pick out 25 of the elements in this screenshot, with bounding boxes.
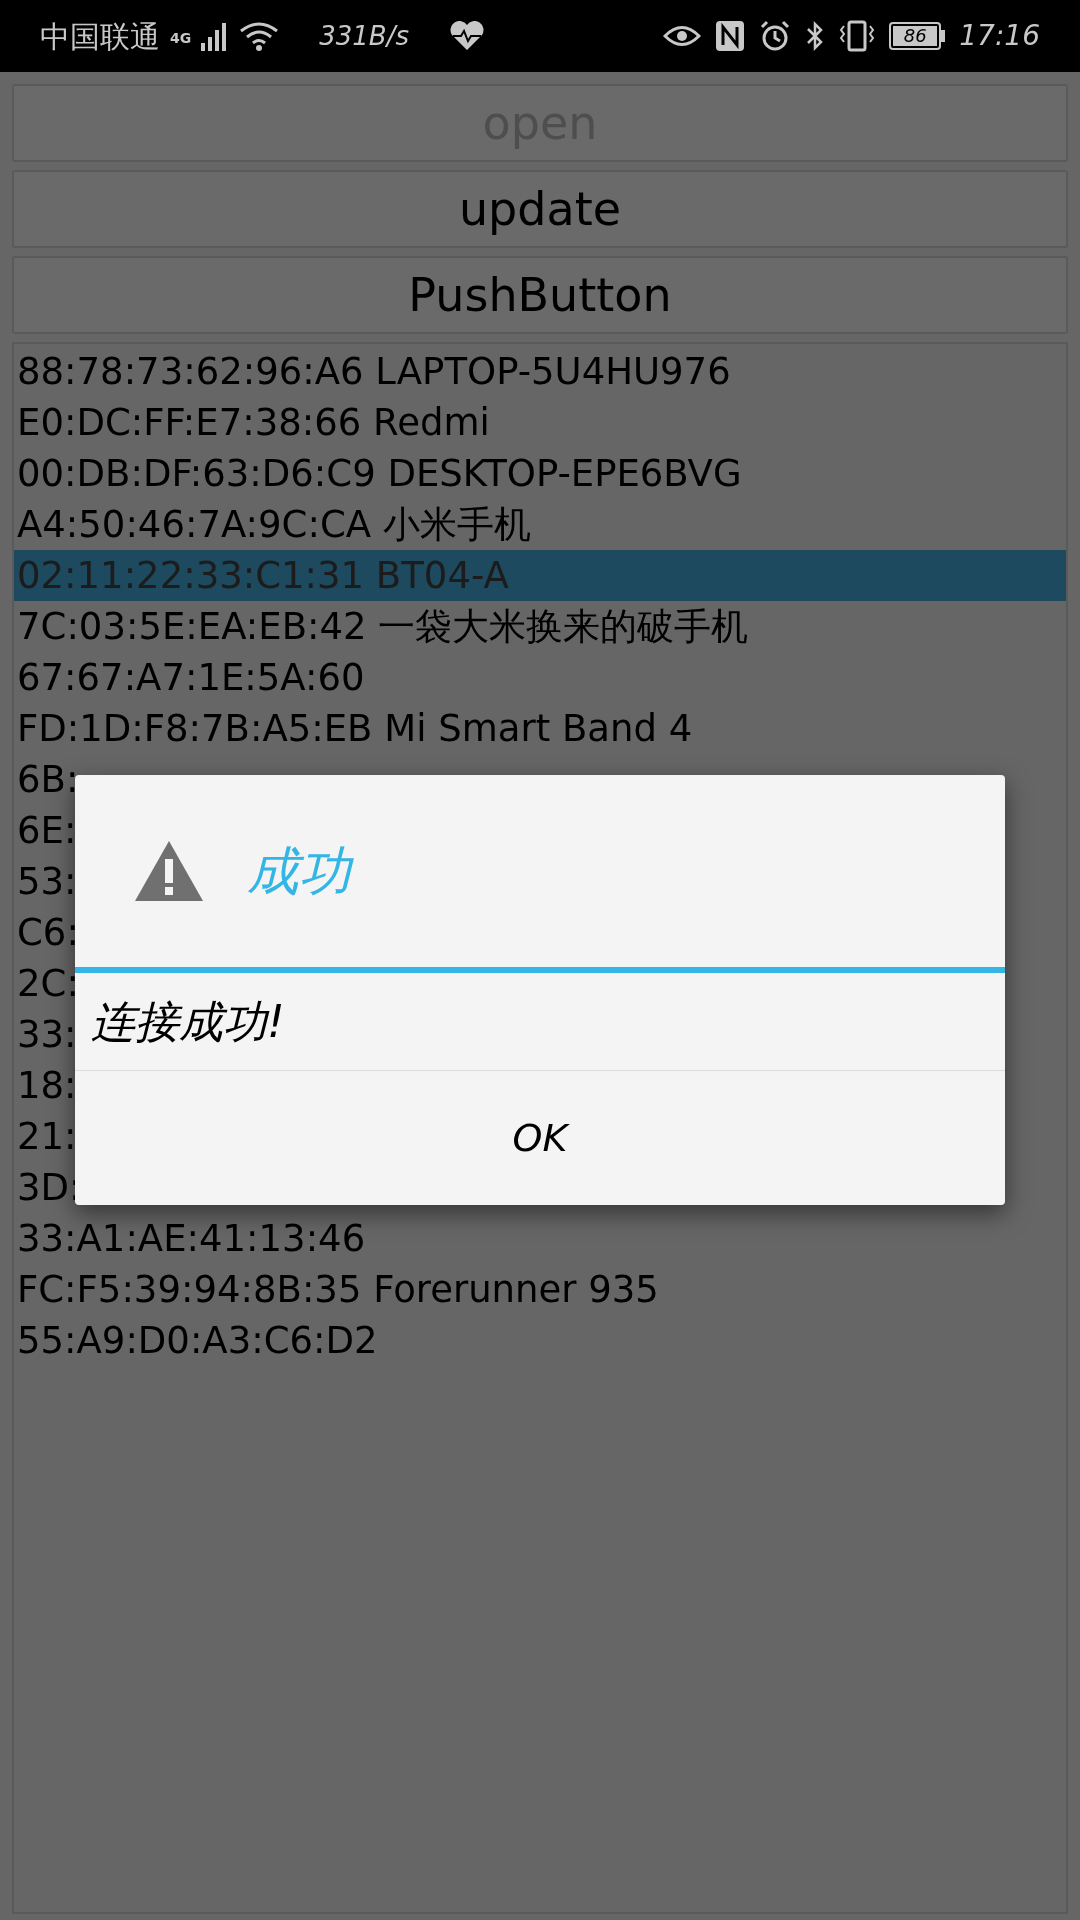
wifi-icon xyxy=(239,21,280,51)
device-item[interactable]: 00:DB:DF:63:D6:C9 DESKTOP-EPE6BVG xyxy=(14,448,1066,499)
device-item[interactable]: 88:78:73:62:96:A6 LAPTOP-5U4HU976 xyxy=(14,346,1066,397)
warning-icon xyxy=(133,839,205,903)
network-speed: 331B/s xyxy=(319,19,409,53)
action-button[interactable]: PushButton xyxy=(12,256,1068,334)
clock-time: 17:16 xyxy=(959,18,1040,54)
eye-icon xyxy=(663,23,702,49)
carrier-name: 中国联通 xyxy=(40,17,160,56)
device-item[interactable]: FD:1D:F8:7B:A5:EB Mi Smart Band 4 xyxy=(14,703,1066,754)
vibrate-icon xyxy=(839,20,876,52)
network-type: 4G xyxy=(170,28,192,48)
device-item[interactable]: FC:F5:39:94:8B:35 Forerunner 935 xyxy=(14,1264,1066,1315)
action-button[interactable]: update xyxy=(12,170,1068,248)
device-item[interactable]: 33:A1:AE:41:13:46 xyxy=(14,1213,1066,1264)
device-item[interactable]: 7C:03:5E:EA:EB:42 一袋大米换来的破手机 xyxy=(14,601,1066,652)
dialog-message: 连接成功! xyxy=(91,994,285,1049)
device-item[interactable]: A4:50:46:7A:9C:CA 小米手机 xyxy=(14,499,1066,550)
ok-button[interactable]: OK xyxy=(75,1071,1005,1205)
alarm-icon xyxy=(759,20,792,52)
nfc-icon xyxy=(715,20,746,52)
heart-rate-icon xyxy=(449,21,485,51)
device-item[interactable]: 55:A9:D0:A3:C6:D2 xyxy=(14,1315,1066,1366)
device-item[interactable]: 67:67:A7:1E:5A:60 xyxy=(14,652,1066,703)
device-item[interactable]: E0:DC:FF:E7:38:66 Redmi xyxy=(14,397,1066,448)
